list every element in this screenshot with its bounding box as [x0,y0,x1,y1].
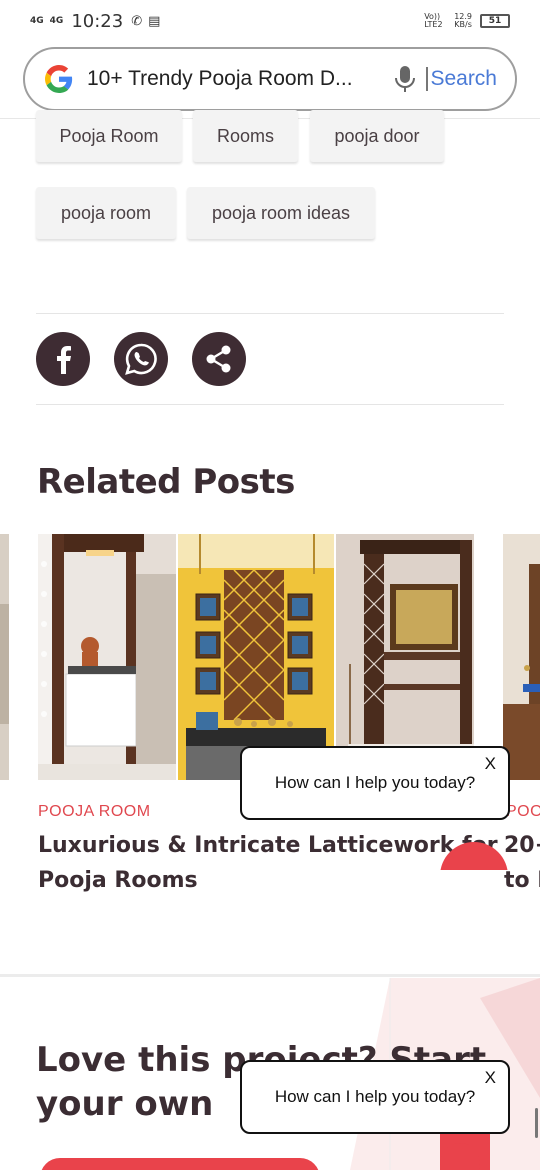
share-icon [206,345,231,373]
scrollbar[interactable] [535,1108,538,1138]
network-speed-unit: KB/s [454,20,472,29]
volte-indicator: Vo)) LTE2 [424,12,443,29]
search-query[interactable]: 10+ Trendy Pooja Room D... [87,67,384,91]
post-title-line[interactable]: Pooja Rooms [38,863,498,898]
clock: 10:23 [71,10,124,32]
generic-share-button[interactable] [192,332,246,386]
start-project-button[interactable] [40,1158,320,1170]
section-divider [0,974,540,977]
facebook-share-button[interactable] [36,332,90,386]
battery-icon: 51 [480,14,510,28]
whatsapp-icon [125,343,157,375]
chat-launcher-button[interactable] [440,842,508,870]
post-title-partial[interactable]: 20+ to E [504,828,540,898]
post-category-partial[interactable]: POOJ [506,803,540,821]
tag-rooms[interactable]: Rooms [193,110,298,162]
post-title-line[interactable]: Luxurious & Intricate Latticework for [38,828,498,863]
divider [36,404,504,405]
close-chat-button[interactable]: X [485,1068,496,1088]
post-category[interactable]: POOJA ROOM [38,803,151,821]
post-thumbnail-latticework[interactable] [38,534,474,780]
signal-strength-2: 4G [49,15,64,26]
whatsapp-notification-icon: ✆ [131,13,143,29]
post-thumbnail-partial-right[interactable] [503,534,540,780]
microphone-icon[interactable] [394,65,416,93]
signal-strength-1: 4G [30,15,44,26]
search-button[interactable]: Search [426,67,497,91]
tag-pooja-room[interactable]: Pooja Room [36,110,182,162]
chat-prompt-bubble[interactable]: X How can I help you today? [240,746,510,820]
post-title-line[interactable]: to E [504,863,540,898]
google-search-bar[interactable]: 10+ Trendy Pooja Room D... Search [23,47,517,111]
close-chat-button[interactable]: X [485,754,496,774]
status-bar: 4G 4G 10:23 ✆ ▤ Vo)) LTE2 12.9 KB/s 51 [0,0,540,42]
chat-prompt-text: How can I help you today? [274,773,476,792]
post-thumbnail-partial-left[interactable] [0,534,9,780]
tag-pooja-room-ideas[interactable]: pooja room ideas [187,187,375,239]
post-title[interactable]: Luxurious & Intricate Latticework for Po… [38,828,498,898]
google-logo-icon [45,65,73,93]
chat-prompt-bubble[interactable]: X How can I help you today? [240,1060,510,1134]
post-title-line[interactable]: 20+ [504,828,540,863]
chat-prompt-text: How can I help you today? [274,1087,476,1106]
whatsapp-share-button[interactable] [114,332,168,386]
related-posts-heading: Related Posts [37,462,295,502]
tag-pooja-room-lower[interactable]: pooja room [36,187,176,239]
facebook-icon [57,346,71,374]
tag-pooja-door[interactable]: pooja door [310,110,444,162]
divider [36,313,504,314]
app-notification-icon: ▤ [148,13,161,29]
